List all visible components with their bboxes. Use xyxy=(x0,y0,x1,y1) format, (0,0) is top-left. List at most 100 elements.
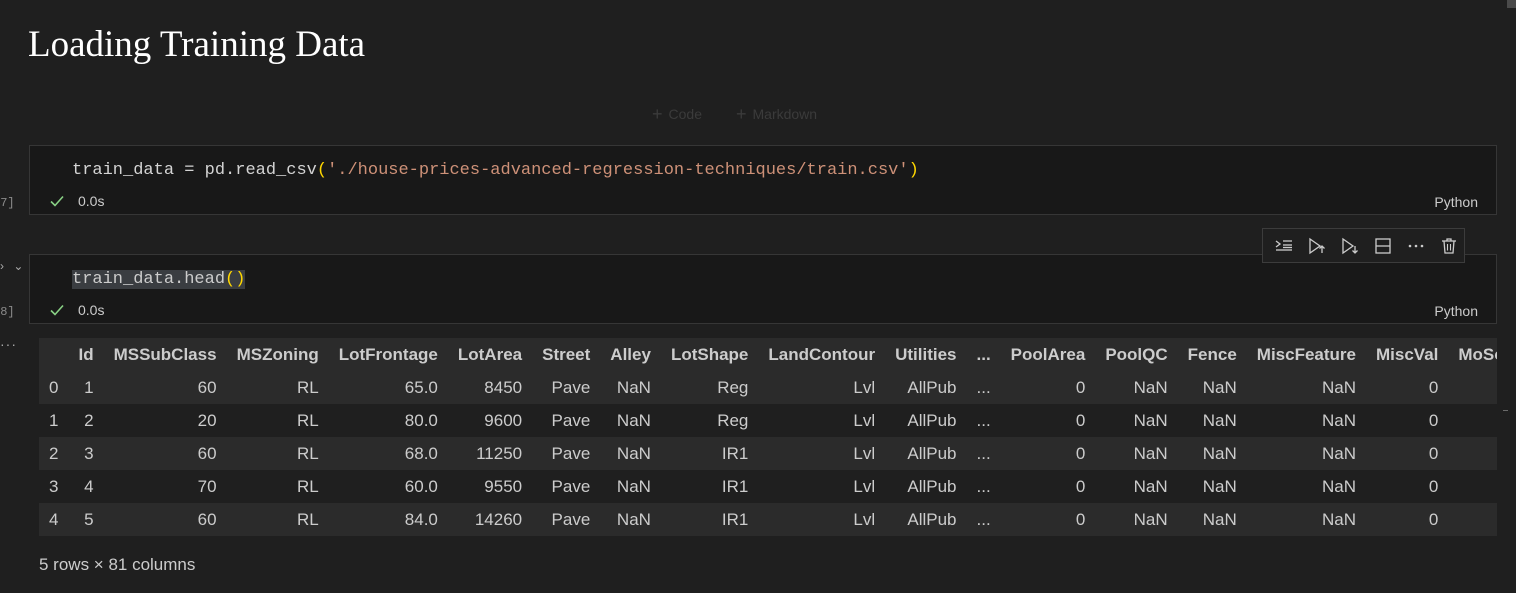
add-code-label: Code xyxy=(668,106,702,122)
success-check-icon xyxy=(50,195,64,207)
column-header: Fence xyxy=(1187,344,1237,364)
table-cell: 0 xyxy=(1075,377,1086,397)
table-cell: ... xyxy=(976,443,991,463)
table-cell: 80.0 xyxy=(404,410,438,430)
more-actions-button[interactable] xyxy=(1402,233,1431,259)
table-cell xyxy=(1448,470,1497,503)
table-cell: NaN xyxy=(1202,410,1237,430)
code-editor-line[interactable]: train_data.head() xyxy=(72,269,246,291)
code-token-paren-open: ( xyxy=(316,161,328,180)
table-cell: Pave xyxy=(551,476,591,496)
table-cell: NaN xyxy=(616,410,651,430)
table-cell: NaN xyxy=(616,443,651,463)
column-header: PoolArea xyxy=(1010,344,1086,364)
code-cell[interactable]: train_data = pd.read_csv('./house-prices… xyxy=(29,145,1497,215)
column-header: LotFrontage xyxy=(338,344,438,364)
cell-collapse-controls[interactable]: › ⌄ xyxy=(0,259,23,273)
overview-ruler-mark xyxy=(1503,410,1508,411)
row-index: 3 xyxy=(49,476,59,496)
table-cell: NaN xyxy=(1321,410,1356,430)
table-body: 0 1 60 RL 65.0 8450 Pave NaN Reg Lvl AllPub... 0 NaN… xyxy=(39,371,1497,536)
table-cell: 60 xyxy=(197,443,217,463)
code-token-string: './house-prices-advanced-regression-tech… xyxy=(327,161,909,180)
table-cell: 0 xyxy=(1075,443,1086,463)
table-cell: 14260 xyxy=(474,509,523,529)
table-cell: RL xyxy=(296,509,319,529)
table-row: 1 2 20 RL 80.0 9600 Pave NaN Reg Lvl AllPub... 0 NaN… xyxy=(39,404,1497,437)
table-cell: RL xyxy=(296,377,319,397)
table-cell xyxy=(1448,371,1497,404)
table-cell: 0 xyxy=(1428,410,1439,430)
dataframe-table: Id MSSubClass MSZoning LotFrontage LotArea St… xyxy=(39,338,1497,536)
table-cell: Lvl xyxy=(853,476,876,496)
execution-count: [7] xyxy=(0,196,15,210)
table-cell: NaN xyxy=(1321,509,1356,529)
code-token-function: pd.read_csv xyxy=(204,161,317,180)
cell-status: 0.0s xyxy=(48,301,104,319)
table-row: 3 4 70 RL 60.0 9550 Pave NaN IR1 Lvl AllPub... 0 NaN… xyxy=(39,470,1497,503)
add-markdown-cell-button[interactable]: + Markdown xyxy=(736,105,818,123)
chevron-down-icon[interactable]: ⌄ xyxy=(13,259,23,273)
table-cell: 20 xyxy=(197,410,217,430)
table-cell: 5 xyxy=(84,509,94,529)
table-cell: 11250 xyxy=(476,443,523,463)
table-cell: 0 xyxy=(1428,443,1439,463)
add-markdown-label: Markdown xyxy=(752,106,818,122)
run-by-line-button[interactable] xyxy=(1269,233,1298,259)
table-cell: RL xyxy=(296,410,319,430)
execution-duration: 0.0s xyxy=(78,193,105,209)
cell-output: Id MSSubClass MSZoning LotFrontage LotArea St… xyxy=(39,338,1497,536)
row-index: 0 xyxy=(49,377,59,397)
column-header: Id xyxy=(78,344,94,364)
table-cell: Lvl xyxy=(853,443,876,463)
table-cell: NaN xyxy=(1321,443,1356,463)
dataframe-shape: 5 rows × 81 columns xyxy=(39,555,196,574)
delete-cell-button[interactable] xyxy=(1435,233,1464,259)
chevron-right-icon[interactable]: › xyxy=(0,259,4,273)
split-cell-button[interactable] xyxy=(1369,233,1398,259)
column-header: Utilities xyxy=(895,344,957,364)
code-editor-line[interactable]: train_data = pd.read_csv('./house-prices… xyxy=(72,160,919,182)
table-row: 0 1 60 RL 65.0 8450 Pave NaN Reg Lvl AllPub... 0 NaN… xyxy=(39,371,1497,404)
column-header: LotShape xyxy=(670,344,749,364)
cell-status: 0.0s xyxy=(48,192,104,210)
table-cell: NaN xyxy=(1321,377,1356,397)
column-header: MSZoning xyxy=(236,344,319,364)
code-token-paren-close: ) xyxy=(235,270,246,289)
column-header: MSSubClass xyxy=(113,344,217,364)
table-cell: Lvl xyxy=(853,509,876,529)
table-cell: NaN xyxy=(1133,509,1168,529)
delete-icon xyxy=(1442,237,1457,254)
table-cell: IR1 xyxy=(721,476,749,496)
table-cell: 60 xyxy=(197,377,217,397)
table-cell: NaN xyxy=(616,377,651,397)
code-token-expression: train_data.head xyxy=(72,270,226,289)
code-token-variable: train_data xyxy=(72,161,175,180)
row-index: 1 xyxy=(49,410,59,430)
add-code-cell-button[interactable]: + Code xyxy=(652,104,702,124)
table-cell: Reg xyxy=(717,410,749,430)
table-cell: NaN xyxy=(1321,476,1356,496)
scrollbar-thumb[interactable] xyxy=(1507,0,1516,8)
cell-language-label[interactable]: Python xyxy=(1434,194,1478,210)
column-header: PoolQC xyxy=(1105,344,1168,364)
output-actions-icon[interactable]: ··· xyxy=(0,336,17,352)
table-cell: Pave xyxy=(551,377,591,397)
table-cell xyxy=(1448,404,1497,437)
table-cell: 0 xyxy=(1428,476,1439,496)
execute-above-icon xyxy=(1309,237,1325,254)
table-cell: 65.0 xyxy=(404,377,438,397)
table-row: 4 5 60 RL 84.0 14260 Pave NaN IR1 Lvl AllPub... 0 Na… xyxy=(39,503,1497,536)
code-cell[interactable]: train_data.head() 0.0s Python xyxy=(29,254,1497,324)
table-cell: 0 xyxy=(1075,410,1086,430)
execute-above-button[interactable] xyxy=(1302,233,1331,259)
table-cell: Lvl xyxy=(853,377,876,397)
execute-below-button[interactable] xyxy=(1335,233,1364,259)
table-cell: NaN xyxy=(1202,476,1237,496)
execution-count: [8] xyxy=(0,305,15,319)
column-header: ... xyxy=(976,344,991,364)
plus-icon: + xyxy=(652,104,663,124)
cell-language-label[interactable]: Python xyxy=(1434,303,1478,319)
table-cell: ... xyxy=(976,410,991,430)
table-cell: AllPub xyxy=(907,476,957,496)
